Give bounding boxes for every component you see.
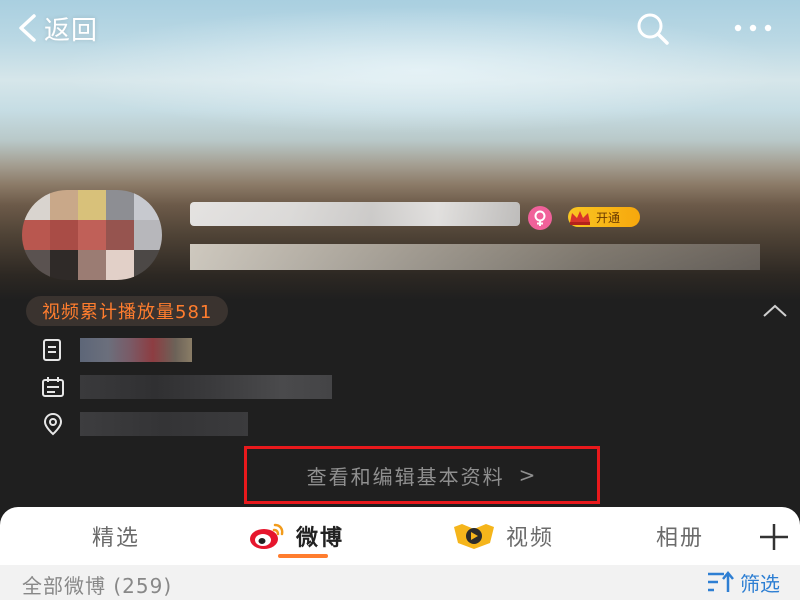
view-edit-profile-button[interactable]: 查看和编辑基本资料 >	[244, 446, 600, 504]
intro-blurred	[80, 338, 192, 362]
add-tab-button[interactable]	[756, 522, 792, 552]
active-tab-indicator	[278, 554, 328, 558]
female-gender-icon	[528, 206, 552, 230]
tab-weibo[interactable]: 微博	[248, 519, 344, 553]
info-row-date	[40, 372, 370, 402]
tab-album[interactable]: 相册	[656, 519, 704, 553]
filter-label: 筛选	[740, 571, 780, 596]
chevron-left-icon	[19, 14, 36, 42]
info-row-location	[40, 409, 370, 439]
video-badge-icon	[454, 524, 494, 549]
search-icon	[637, 13, 669, 45]
collapse-button[interactable]	[760, 300, 790, 322]
more-button[interactable]	[728, 8, 778, 48]
bio-blurred	[190, 244, 760, 270]
vip-label: 开通	[596, 210, 621, 225]
location-blurred	[80, 412, 248, 436]
tab-video[interactable]: 视频	[452, 519, 554, 553]
location-pin-icon	[43, 412, 63, 436]
filter-button[interactable]: 筛选	[706, 569, 780, 596]
back-label: 返回	[44, 15, 99, 46]
top-bar: 返回	[0, 0, 800, 56]
plus-icon	[760, 524, 788, 550]
tab-video-label: 视频	[506, 526, 555, 551]
more-dots-icon	[734, 24, 772, 32]
tab-album-label: 相册	[656, 526, 705, 551]
crown-icon	[570, 211, 590, 225]
search-button[interactable]	[630, 8, 674, 48]
video-views-label: 视频累计播放量581	[42, 302, 213, 323]
chevron-right-icon: >	[518, 463, 538, 487]
filter-sort-icon	[708, 571, 734, 592]
username-blurred	[190, 202, 520, 226]
calendar-icon	[42, 377, 64, 397]
video-views-badge: 视频累计播放量581	[26, 296, 229, 326]
view-edit-profile-label: 查看和编辑基本资料	[306, 464, 505, 489]
tab-featured-label: 精选	[92, 526, 141, 551]
info-row-intro	[40, 335, 370, 365]
avatar[interactable]	[22, 190, 162, 280]
feed-title: 全部微博 (259)	[22, 574, 173, 598]
back-button[interactable]: 返回	[16, 8, 98, 48]
feed-header: 全部微博 (259) 筛选	[0, 565, 800, 600]
chevron-up-icon	[763, 304, 787, 317]
vip-open-badge[interactable]: 开通	[568, 207, 640, 227]
profile-screen: 返回 开通 视频累计播放量581 查看和编辑基本资料 > 精选 微博 视频 相册…	[0, 0, 800, 600]
tab-featured[interactable]: 精选	[92, 519, 140, 553]
date-blurred	[80, 375, 332, 399]
weibo-logo-icon	[250, 523, 284, 549]
tab-weibo-label: 微博	[296, 526, 345, 551]
document-icon	[43, 339, 61, 361]
